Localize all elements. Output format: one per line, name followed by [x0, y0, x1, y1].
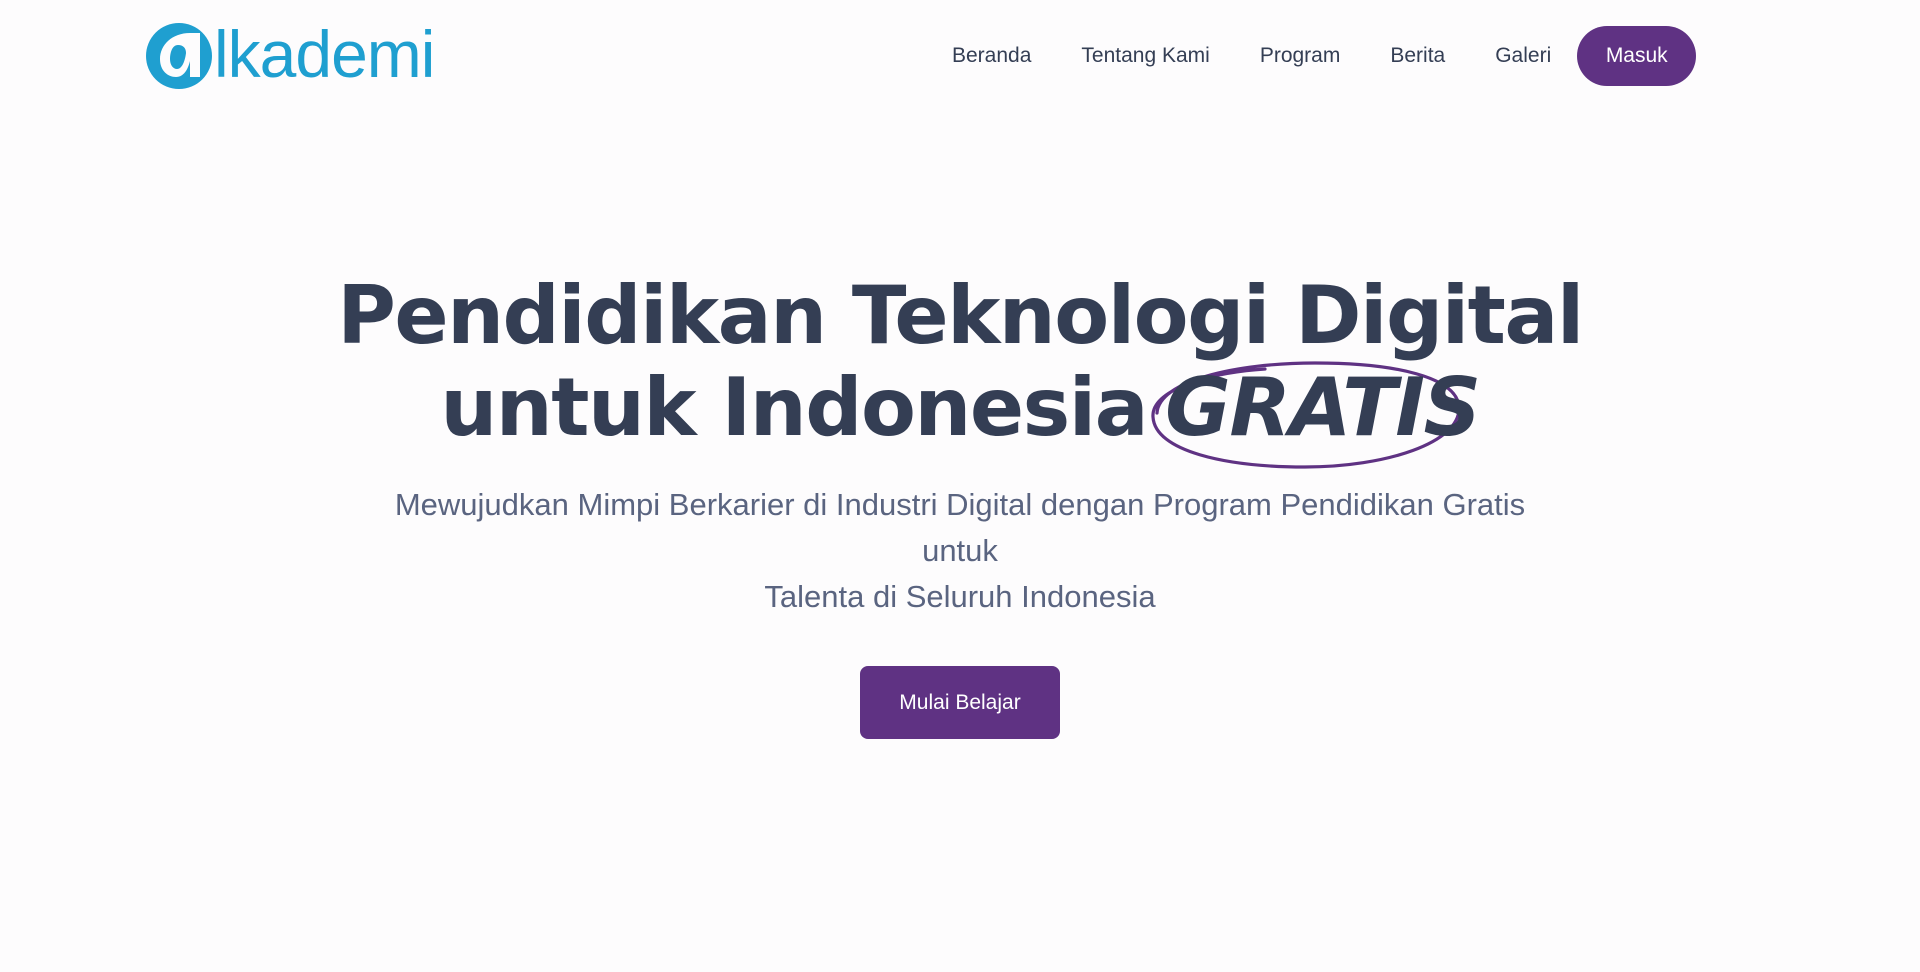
logo[interactable]: lkademi	[142, 17, 435, 94]
nav-item-beranda[interactable]: Beranda	[952, 44, 1031, 68]
nav-item-program[interactable]: Program	[1260, 44, 1341, 68]
hero-title: Pendidikan Teknologi Digital untuk Indon…	[0, 269, 1920, 469]
nav-item-berita[interactable]: Berita	[1390, 44, 1445, 68]
hero-subtitle: Mewujudkan Mimpi Berkarier di Industri D…	[360, 482, 1560, 620]
hero-subtitle-line1: Mewujudkan Mimpi Berkarier di Industri D…	[394, 487, 1526, 568]
alpha-circle-icon	[146, 23, 212, 89]
navbar: lkademi Beranda Tentang Kami Program Ber…	[0, 0, 1920, 112]
nav-item-galeri[interactable]: Galeri	[1495, 44, 1551, 68]
logo-text: lkademi	[214, 17, 435, 91]
main-nav: Beranda Tentang Kami Program Berita Gale…	[952, 26, 1697, 86]
gratis-text: GRATIS	[1165, 361, 1481, 454]
hero-section: Pendidikan Teknologi Digital untuk Indon…	[0, 270, 1920, 739]
hero-subtitle-line2: Talenta di Seluruh Indonesia	[764, 579, 1156, 614]
hero-title-line1: Pendidikan Teknologi Digital	[337, 269, 1584, 362]
start-learning-button[interactable]: Mulai Belajar	[860, 666, 1060, 739]
login-button[interactable]: Masuk	[1577, 26, 1697, 86]
nav-item-tentang-kami[interactable]: Tentang Kami	[1081, 44, 1209, 68]
gratis-highlight: GRATIS	[1151, 361, 1481, 469]
hero-title-line2: untuk Indonesia	[440, 361, 1148, 454]
